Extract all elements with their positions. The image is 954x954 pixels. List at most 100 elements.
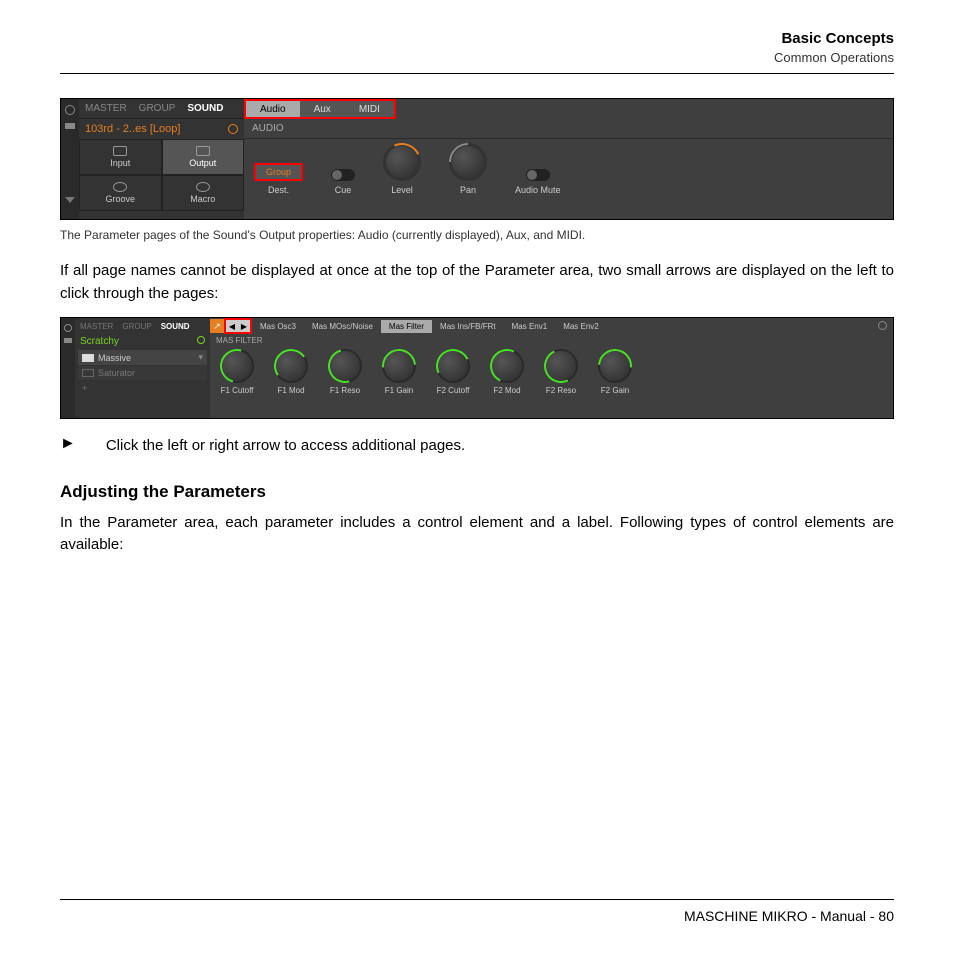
filter-section-header: MAS FILTER <box>210 334 893 347</box>
paragraph-1: If all page names cannot be displayed at… <box>60 260 894 305</box>
tab-group[interactable]: GROUP <box>139 103 176 114</box>
groove-button[interactable]: Groove <box>79 175 162 211</box>
left-column-2: MASTER GROUP SOUND Scratchy Massive▾ Sat… <box>75 318 210 418</box>
pan-knob[interactable] <box>449 143 487 181</box>
tab-env2[interactable]: Mas Env2 <box>555 320 607 333</box>
knob-label: F2 Reso <box>546 386 576 395</box>
header-title: Basic Concepts <box>60 30 894 47</box>
search-icon[interactable] <box>878 321 887 330</box>
tab-master[interactable]: MASTER <box>80 322 113 331</box>
level-label: Level <box>391 185 413 195</box>
mute-label: Audio Mute <box>515 185 561 195</box>
macro-button[interactable]: Macro <box>162 175 245 211</box>
tab-audio[interactable]: Audio <box>246 101 300 117</box>
groove-icon <box>113 182 127 192</box>
tab-master[interactable]: MASTER <box>85 103 127 114</box>
f2-gain-knob[interactable] <box>598 349 632 383</box>
page-arrows-highlight: ◀ ▶ <box>224 318 252 334</box>
knob-label: F1 Gain <box>385 386 413 395</box>
side-icon-bar <box>61 99 79 219</box>
tab-sound[interactable]: SOUND <box>187 103 223 114</box>
footer-text: MASCHINE MIKRO - Manual - 80 <box>60 908 894 924</box>
arrow-right-button[interactable]: ▶ <box>238 320 250 332</box>
highlight-box: Audio Aux MIDI <box>244 99 396 119</box>
cue-toggle[interactable] <box>331 169 355 181</box>
fx-icon <box>82 369 94 377</box>
f2-cutoff-knob[interactable] <box>436 349 470 383</box>
plugin-item-saturator[interactable]: Saturator <box>78 366 207 380</box>
instruction-arrow-icon: ► <box>60 435 106 453</box>
mute-param: Audio Mute <box>515 169 561 195</box>
plug-icon[interactable] <box>64 338 72 343</box>
search-icon[interactable] <box>228 124 238 134</box>
left-column: MASTER GROUP SOUND 103rd - 2..es [Loop] … <box>79 99 244 219</box>
f2-mod-knob[interactable] <box>490 349 524 383</box>
sound-name-row: 103rd - 2..es [Loop] <box>79 119 244 139</box>
macro-label: Macro <box>190 194 215 204</box>
scope-tabs: MASTER GROUP SOUND <box>79 99 244 119</box>
footer-rule <box>60 899 894 900</box>
group-button[interactable]: Group <box>254 163 303 181</box>
pan-param: Pan <box>449 143 487 195</box>
header-subtitle: Common Operations <box>60 50 894 65</box>
paragraph-2: In the Parameter area, each parameter in… <box>60 512 894 557</box>
f2-reso-knob[interactable] <box>544 349 578 383</box>
knob-label: F2 Mod <box>493 386 520 395</box>
tab-sound[interactable]: SOUND <box>161 322 190 331</box>
tab-mosc[interactable]: Mas MOsc/Noise <box>304 320 381 333</box>
plugin-item-massive[interactable]: Massive▾ <box>78 350 207 365</box>
output-button[interactable]: Output <box>162 139 245 175</box>
dropdown-icon: ▾ <box>198 352 203 363</box>
add-plugin[interactable]: + <box>78 381 207 395</box>
parameter-area: Audio Aux MIDI AUDIO Group Dest. Cue Lev… <box>244 99 893 219</box>
knob-label: F2 Cutoff <box>437 386 470 395</box>
search-icon[interactable] <box>197 336 205 344</box>
expand-icon[interactable]: ↗ <box>210 319 224 333</box>
tab-filter[interactable]: Mas Filter <box>381 320 432 333</box>
plus-icon: + <box>82 383 87 393</box>
cue-label: Cue <box>335 185 352 195</box>
f1-cutoff-knob[interactable] <box>220 349 254 383</box>
instruction-row: ► Click the left or right arrow to acces… <box>60 435 894 458</box>
header-rule <box>60 73 894 74</box>
sound-name: Scratchy <box>80 336 119 347</box>
groove-label: Groove <box>105 194 135 204</box>
page-tabs-row: Audio Aux MIDI <box>244 99 893 119</box>
collapse-icon[interactable] <box>65 197 75 203</box>
mute-toggle[interactable] <box>526 169 550 181</box>
tab-ins[interactable]: Mas Ins/FB/FRt <box>432 320 504 333</box>
tab-osc3[interactable]: Mas Osc3 <box>252 320 304 333</box>
knob-label: F1 Reso <box>330 386 360 395</box>
target-icon[interactable] <box>65 105 75 115</box>
section-heading: Adjusting the Parameters <box>60 482 894 502</box>
macro-icon <box>196 182 210 192</box>
knob-label: F1 Cutoff <box>221 386 254 395</box>
keyboard-icon <box>82 354 94 362</box>
tab-midi[interactable]: MIDI <box>345 101 394 117</box>
input-icon <box>113 146 127 156</box>
arrow-left-button[interactable]: ◀ <box>226 320 238 332</box>
tab-aux[interactable]: Aux <box>300 101 345 117</box>
audio-section-header: AUDIO <box>244 119 893 139</box>
dest-label: Dest. <box>268 185 289 195</box>
knob-label: F2 Gain <box>601 386 629 395</box>
instruction-text: Click the left or right arrow to access … <box>106 435 465 458</box>
input-button[interactable]: Input <box>79 139 162 175</box>
parameter-area-2: ↗ ◀ ▶ Mas Osc3 Mas MOsc/Noise Mas Filter… <box>210 318 893 418</box>
level-knob[interactable] <box>383 143 421 181</box>
target-icon[interactable] <box>64 324 72 332</box>
level-param: Level <box>383 143 421 195</box>
screenshot-page-arrows: MASTER GROUP SOUND Scratchy Massive▾ Sat… <box>60 317 894 419</box>
f1-mod-knob[interactable] <box>274 349 308 383</box>
tab-group[interactable]: GROUP <box>122 322 151 331</box>
f1-reso-knob[interactable] <box>328 349 362 383</box>
output-icon <box>196 146 210 156</box>
plug-icon[interactable] <box>65 123 75 129</box>
pan-label: Pan <box>460 185 476 195</box>
input-label: Input <box>110 158 130 168</box>
tab-env1[interactable]: Mas Env1 <box>504 320 556 333</box>
screenshot-output-properties: MASTER GROUP SOUND 103rd - 2..es [Loop] … <box>60 98 894 220</box>
plugin-label: Saturator <box>98 368 135 378</box>
figure-caption-1: The Parameter pages of the Sound's Outpu… <box>60 228 894 242</box>
f1-gain-knob[interactable] <box>382 349 416 383</box>
